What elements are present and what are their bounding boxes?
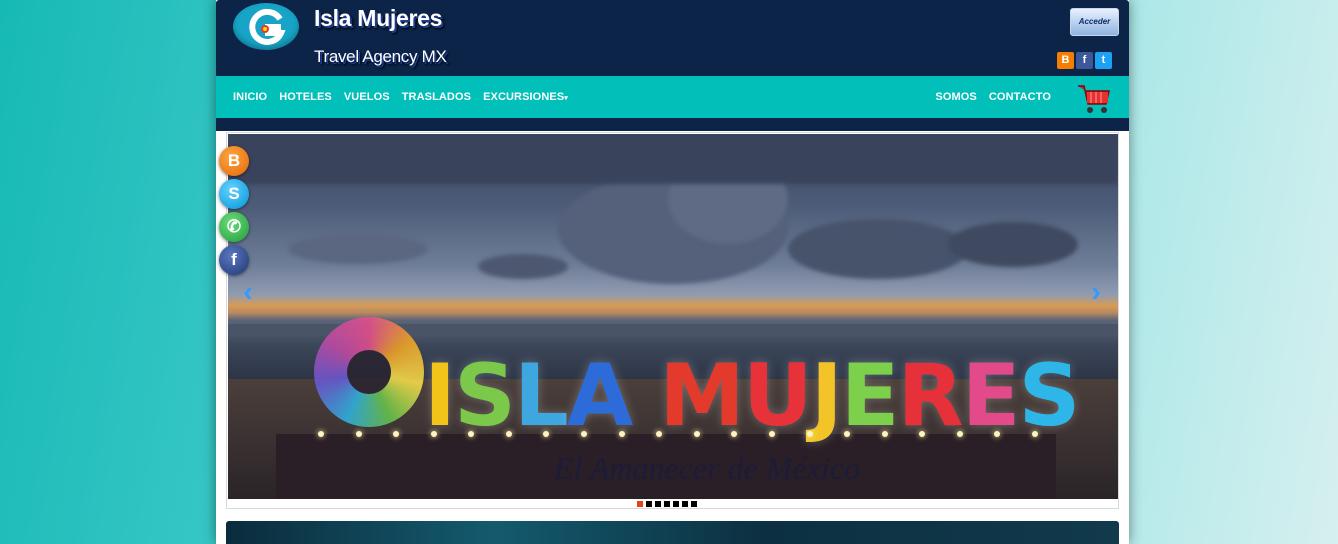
chevron-down-icon: ▾ (564, 95, 568, 102)
carousel-dot-6[interactable] (682, 501, 688, 507)
nav-item-excursiones[interactable]: EXCURSIONES▾ (483, 91, 568, 103)
nav-left-group: INICIO HOTELES VUELOS TRASLADOS EXCURSIO… (233, 76, 580, 118)
sign-lights (318, 431, 1038, 439)
carousel-indicators (637, 501, 697, 507)
shopping-cart-icon[interactable] (1076, 82, 1112, 116)
logo-icon[interactable] (233, 3, 299, 50)
nav-right-group: SOMOS CONTACTO (935, 76, 1063, 118)
facebook-icon[interactable]: f (219, 245, 249, 275)
nav-item-excursiones-label: EXCURSIONES (483, 91, 565, 103)
flower-sculpture (314, 317, 424, 427)
header-social-links: B f t (1057, 52, 1112, 69)
carousel-dot-1[interactable] (637, 501, 643, 507)
nav-item-hoteles[interactable]: HOTELES (279, 91, 332, 103)
blogger-icon[interactable]: B (219, 146, 249, 176)
carousel-dot-7[interactable] (691, 501, 697, 507)
nav-item-traslados[interactable]: TRASLADOS (402, 91, 471, 103)
whatsapp-icon[interactable]: ✆ (219, 212, 249, 242)
login-button[interactable]: Acceder (1070, 8, 1119, 36)
site-header: Isla Mujeres Travel Agency MX Acceder B … (216, 0, 1129, 76)
carousel-dot-4[interactable] (664, 501, 670, 507)
carousel-dot-2[interactable] (646, 501, 652, 507)
second-banner (226, 521, 1119, 544)
nav-item-inicio[interactable]: INICIO (233, 91, 267, 103)
header-band (216, 118, 1129, 133)
carousel-slide-image[interactable]: ISLA MUJERES El Amanecer de México ‹ › (228, 134, 1118, 499)
blogger-icon[interactable]: B (1057, 52, 1074, 69)
carousel-prev-arrow-icon[interactable]: ‹ (238, 278, 258, 306)
site-subtitle: Travel Agency MX (314, 47, 447, 66)
carousel-dot-5[interactable] (673, 501, 679, 507)
nav-item-somos[interactable]: SOMOS (935, 91, 976, 103)
twitter-icon[interactable]: t (1095, 52, 1112, 69)
hero-carousel[interactable]: ISLA MUJERES El Amanecer de México ‹ › (226, 132, 1119, 509)
skype-icon[interactable]: S (219, 179, 249, 209)
facebook-icon[interactable]: f (1076, 52, 1093, 69)
sign-subtitle: El Amanecer de México (554, 450, 860, 486)
carousel-next-arrow-icon[interactable]: › (1086, 278, 1106, 306)
carousel-dot-3[interactable] (655, 501, 661, 507)
floating-social-bar: B S ✆ f (219, 146, 249, 275)
nav-item-vuelos[interactable]: VUELOS (344, 91, 390, 103)
page-container: Isla Mujeres Travel Agency MX Acceder B … (216, 0, 1129, 544)
nav-item-contacto[interactable]: CONTACTO (989, 91, 1051, 103)
site-title[interactable]: Isla Mujeres (314, 5, 442, 32)
main-nav: INICIO HOTELES VUELOS TRASLADOS EXCURSIO… (216, 76, 1129, 118)
